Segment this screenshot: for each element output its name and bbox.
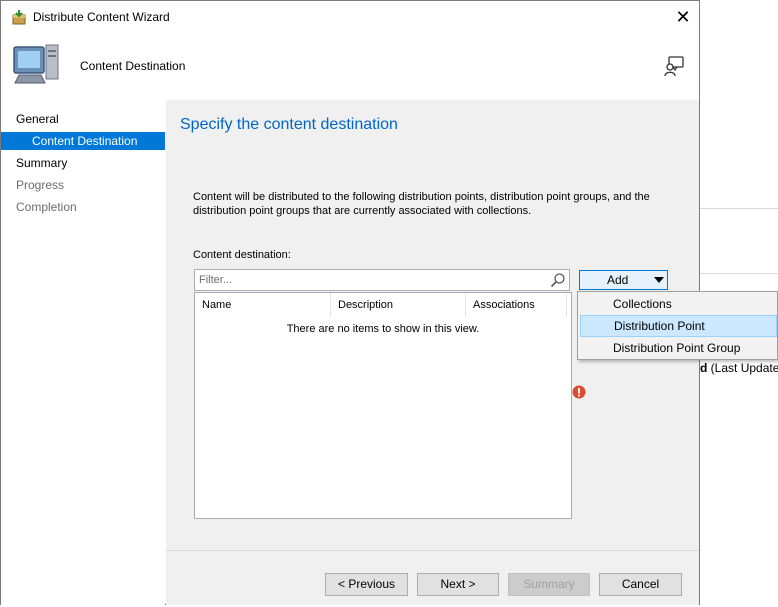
menu-item-distribution-point-group[interactable]: Distribution Point Group (580, 337, 777, 359)
close-icon: ✕ (675, 6, 691, 27)
column-header-description[interactable]: Description (331, 293, 466, 317)
title-bar: Distribute Content Wizard ✕ (1, 1, 699, 33)
dropdown-arrow-icon (654, 277, 664, 283)
column-header-name[interactable]: Name (195, 293, 331, 317)
previous-button[interactable]: < Previous (325, 573, 408, 596)
background-status-text: d (Last Update: (700, 361, 778, 375)
menu-item-distribution-point[interactable]: Distribution Point (580, 315, 777, 337)
add-dropdown-menu: Collections Distribution Point Distribut… (577, 291, 778, 360)
content-destination-label: Content destination: (193, 249, 291, 261)
summary-button: Summary (508, 573, 590, 596)
content-heading: Specify the content destination (180, 116, 398, 133)
wizard-footer: < Previous Next > Summary Cancel (166, 550, 699, 605)
empty-list-message: There are no items to show in this view. (286, 323, 480, 335)
filter-box (194, 269, 570, 291)
step-completion: Completion (16, 200, 77, 214)
cancel-button[interactable]: Cancel (599, 573, 682, 596)
computer-monitor-icon (13, 44, 59, 84)
background-divider-1 (700, 208, 778, 209)
menu-item-collections[interactable]: Collections (580, 293, 777, 315)
filter-input[interactable] (195, 270, 539, 290)
list-header: Name Description Associations (195, 293, 571, 317)
next-button[interactable]: Next > (417, 573, 499, 596)
add-button-label: Add (607, 273, 629, 287)
step-summary: Summary (16, 156, 68, 170)
step-content-destination: Content Destination (1, 132, 165, 150)
background-divider-2 (700, 273, 778, 274)
step-progress: Progress (16, 178, 65, 192)
wizard-header: Content Destination (1, 33, 699, 97)
destination-list[interactable]: Name Description Associations There are … (194, 292, 572, 519)
step-general: General (16, 112, 59, 126)
help-person-icon[interactable] (663, 55, 685, 77)
content-package-icon (12, 10, 26, 25)
content-description: Content will be distributed to the follo… (193, 191, 650, 217)
column-header-associations[interactable]: Associations (466, 293, 567, 317)
window-title: Distribute Content Wizard (33, 10, 170, 24)
search-icon[interactable] (550, 272, 566, 288)
error-icon (572, 385, 586, 399)
add-button[interactable]: Add (579, 270, 668, 290)
wizard-steps: General Content Destination Summary Prog… (1, 99, 165, 605)
page-title: Content Destination (80, 59, 186, 73)
close-button[interactable]: ✕ (667, 1, 699, 33)
